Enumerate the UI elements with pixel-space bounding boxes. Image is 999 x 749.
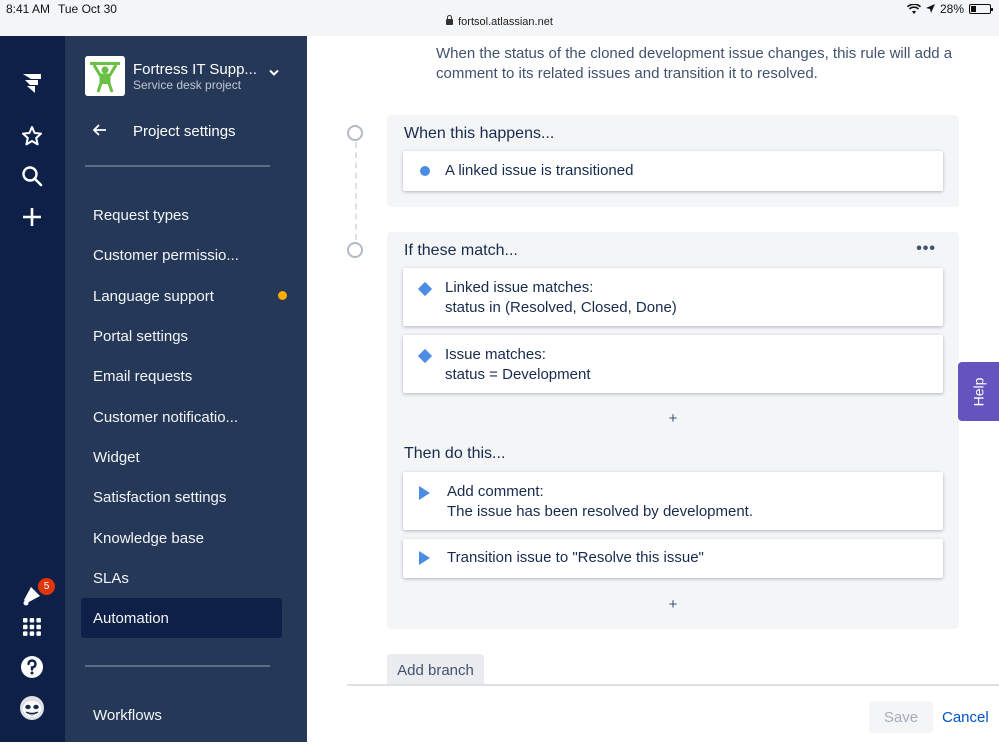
plus-icon[interactable] — [18, 203, 46, 231]
help-tab-label: Help — [970, 377, 987, 406]
global-nav: 5 — [0, 36, 65, 742]
location-icon — [925, 4, 935, 13]
lock-icon — [446, 15, 454, 25]
battery-fill — [971, 6, 977, 12]
condition-line1: Linked issue matches: — [445, 279, 594, 296]
if-title: If these match... — [404, 242, 518, 259]
when-title: When this happens... — [404, 125, 555, 142]
condition-icon — [417, 281, 433, 297]
project-type: Service desk project — [133, 78, 242, 92]
address-bar[interactable]: fortsol.atlassian.net — [0, 15, 999, 28]
sidebar-item-request-types[interactable]: Request types — [81, 195, 282, 235]
action-icon — [419, 551, 430, 565]
status-indicators: 28% — [906, 2, 993, 16]
trigger-label: A linked issue is transitioned — [445, 162, 634, 179]
more-options-icon[interactable]: ••• — [916, 240, 936, 258]
action-icon — [419, 486, 430, 500]
help-tab[interactable]: Help — [958, 362, 999, 421]
sidebar-item-knowledge-base[interactable]: Knowledge base — [81, 518, 282, 558]
back-to-project-settings[interactable]: Project settings — [92, 123, 236, 140]
save-button[interactable]: Save — [869, 701, 933, 733]
condition-line1: Issue matches: — [445, 346, 546, 363]
timeline-node-if — [347, 242, 363, 258]
sidebar-item-satisfaction-settings[interactable]: Satisfaction settings — [81, 477, 282, 517]
sidebar-item-label: Language support — [93, 287, 214, 305]
action-line1: Add comment: — [447, 483, 544, 500]
arrow-left-icon — [92, 123, 133, 140]
action-card[interactable]: Transition issue to "Resolve this issue" — [403, 539, 943, 578]
action-text: Add comment: The issue has been resolved… — [447, 482, 753, 522]
status-time: 8:41 AM — [6, 2, 51, 16]
app-switcher-icon[interactable] — [18, 613, 46, 641]
notification-badge: 5 — [38, 578, 55, 595]
rule-description: When the status of the cloned developmen… — [436, 45, 953, 82]
status-date: Tue Oct 30 — [58, 2, 117, 16]
add-branch-button[interactable]: Add branch — [387, 654, 484, 686]
help-icon[interactable] — [18, 653, 46, 681]
profile-avatar-icon[interactable] — [18, 694, 46, 722]
action-line2: The issue has been resolved by developme… — [447, 503, 754, 520]
cancel-button[interactable]: Cancel — [942, 701, 989, 733]
timeline-node-when — [347, 125, 363, 141]
action-card[interactable]: Add comment: The issue has been resolved… — [403, 472, 943, 530]
jira-logo-icon[interactable] — [18, 68, 46, 96]
footer-divider — [347, 684, 999, 686]
back-label: Project settings — [133, 123, 236, 140]
add-condition-button[interactable]: + — [387, 410, 959, 427]
project-avatar[interactable] — [85, 56, 125, 96]
condition-icon — [417, 348, 433, 364]
search-icon[interactable] — [18, 162, 46, 190]
condition-card[interactable]: Issue matches: status = Development — [403, 335, 943, 393]
sidebar-item-portal-settings[interactable]: Portal settings — [81, 316, 282, 356]
url-text: fortsol.atlassian.net — [458, 16, 553, 28]
star-icon[interactable] — [18, 122, 46, 150]
sidebar-divider — [85, 165, 270, 167]
condition-text: Linked issue matches: status in (Resolve… — [445, 278, 677, 318]
trigger-card[interactable]: A linked issue is transitioned — [403, 151, 943, 191]
sidebar-item-automation[interactable]: Automation — [81, 598, 282, 638]
battery-percent: 28% — [939, 2, 964, 16]
new-indicator-dot — [278, 291, 287, 300]
battery-icon — [969, 4, 993, 14]
sidebar-item-customer-notifications[interactable]: Customer notificatio... — [81, 397, 282, 437]
timeline-connector — [355, 142, 357, 240]
condition-line2: status in (Resolved, Closed, Done) — [445, 299, 677, 316]
then-title: Then do this... — [404, 445, 506, 462]
status-bar: 8:41 AM Tue Oct 30 fortsol.atlassian.net… — [0, 0, 999, 36]
if-then-panel: If these match... ••• Linked issue match… — [387, 232, 959, 629]
trigger-icon — [420, 166, 430, 176]
sidebar-item-workflows[interactable]: Workflows — [81, 695, 282, 735]
sidebar-item-language-support[interactable]: Language support — [81, 276, 287, 316]
when-panel: When this happens... A linked issue is t… — [387, 115, 959, 207]
sidebar-item-widget[interactable]: Widget — [81, 437, 282, 477]
action-line1: Transition issue to "Resolve this issue" — [447, 549, 704, 566]
chevron-down-icon[interactable] — [269, 66, 279, 80]
wifi-icon — [906, 3, 921, 14]
sidebar-divider — [85, 665, 270, 667]
sidebar-item-slas[interactable]: SLAs — [81, 558, 282, 598]
condition-text: Issue matches: status = Development — [445, 345, 591, 385]
sidebar-item-email-requests[interactable]: Email requests — [81, 356, 282, 396]
add-action-button[interactable]: + — [387, 596, 959, 613]
project-name[interactable]: Fortress IT Supp... — [133, 61, 257, 78]
condition-line2: status = Development — [445, 366, 591, 383]
project-sidebar: Fortress IT Supp... Service desk project… — [65, 36, 307, 742]
condition-card[interactable]: Linked issue matches: status in (Resolve… — [403, 268, 943, 326]
sidebar-item-customer-permissions[interactable]: Customer permissio... — [81, 235, 282, 275]
